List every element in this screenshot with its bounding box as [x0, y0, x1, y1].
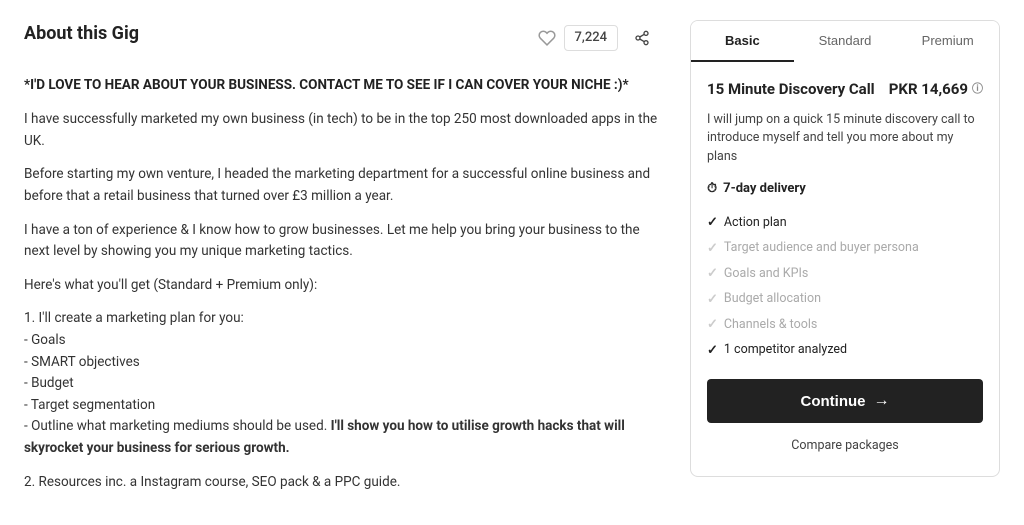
feature-action-plan: ✓ Action plan	[707, 210, 983, 236]
tab-basic[interactable]: Basic	[691, 21, 794, 62]
continue-label: Continue	[801, 393, 866, 410]
gig-headline: *I'D LOVE TO HEAR ABOUT YOUR BUSINESS. C…	[24, 75, 658, 95]
feature-target-audience: ✓ Target audience and buyer persona	[707, 236, 983, 262]
right-panel: Basic Standard Premium 15 Minute Discove…	[690, 20, 1000, 505]
body-para-6: 2. Resources inc. a Instagram course, SE…	[24, 472, 658, 494]
feature-label-2: Target audience and buyer persona	[724, 239, 919, 258]
feature-budget-allocation: ✓ Budget allocation	[707, 287, 983, 313]
tab-standard[interactable]: Standard	[794, 21, 897, 62]
social-bar: 7,224	[538, 22, 658, 54]
section-title: About this Gig	[24, 20, 139, 47]
feature-label-4: Budget allocation	[724, 290, 821, 309]
heart-button[interactable]	[538, 29, 556, 47]
price-display: PKR 14,669 ⓘ	[889, 78, 983, 101]
body-para-2: Before starting my own venture, I headed…	[24, 164, 658, 207]
page-container: About this Gig 7,224 *I'D LOVE TO HEAR A…	[0, 0, 1024, 525]
share-button[interactable]	[626, 22, 658, 54]
compare-packages-link[interactable]: Compare packages	[707, 433, 983, 460]
check-icon-6: ✓	[707, 341, 718, 361]
check-icon-3: ✓	[707, 264, 718, 284]
body-para-3: I have a ton of experience & I know how …	[24, 220, 658, 263]
body-para-1: I have successfully marketed my own busi…	[24, 109, 658, 152]
delivery-label: 7-day delivery	[723, 179, 806, 199]
feature-label-6: 1 competitor analyzed	[724, 341, 847, 360]
feature-label-3: Goals and KPIs	[724, 265, 808, 284]
continue-button[interactable]: Continue →	[707, 379, 983, 423]
feature-competitor-analyzed: ✓ 1 competitor analyzed	[707, 338, 983, 364]
arrow-icon: →	[874, 392, 890, 410]
check-icon-2: ✓	[707, 239, 718, 259]
body-para-5: 1. I'll create a marketing plan for you:…	[24, 308, 658, 459]
clock-icon: ⏱	[707, 179, 717, 199]
body-para-4: Here's what you'll get (Standard + Premi…	[24, 275, 658, 297]
feature-label-1: Action plan	[724, 214, 787, 233]
feature-goals-kpis: ✓ Goals and KPIs	[707, 261, 983, 287]
price-info-icon[interactable]: ⓘ	[972, 81, 983, 98]
plan-name: 15 Minute Discovery Call	[707, 78, 875, 101]
bold-text: I'll show you how to utilise growth hack…	[24, 418, 625, 456]
price-value: PKR 14,669	[889, 78, 968, 101]
check-icon-5: ✓	[707, 315, 718, 335]
pricing-card: Basic Standard Premium 15 Minute Discove…	[690, 20, 1000, 477]
card-body: 15 Minute Discovery Call PKR 14,669 ⓘ I …	[691, 62, 999, 476]
feature-channels-tools: ✓ Channels & tools	[707, 312, 983, 338]
check-icon-1: ✓	[707, 213, 718, 233]
check-icon-4: ✓	[707, 290, 718, 310]
plan-description: I will jump on a quick 15 minute discove…	[707, 111, 983, 167]
likes-count: 7,224	[564, 25, 618, 51]
price-row: 15 Minute Discovery Call PKR 14,669 ⓘ	[707, 78, 983, 101]
left-panel: About this Gig 7,224 *I'D LOVE TO HEAR A…	[24, 20, 658, 505]
top-bar: About this Gig 7,224	[24, 20, 658, 63]
delivery-row: ⏱ 7-day delivery	[707, 179, 983, 199]
feature-label-5: Channels & tools	[724, 316, 817, 335]
tab-premium[interactable]: Premium	[896, 21, 999, 62]
pricing-tabs: Basic Standard Premium	[691, 21, 999, 62]
features-list: ✓ Action plan ✓ Target audience and buye…	[707, 210, 983, 363]
